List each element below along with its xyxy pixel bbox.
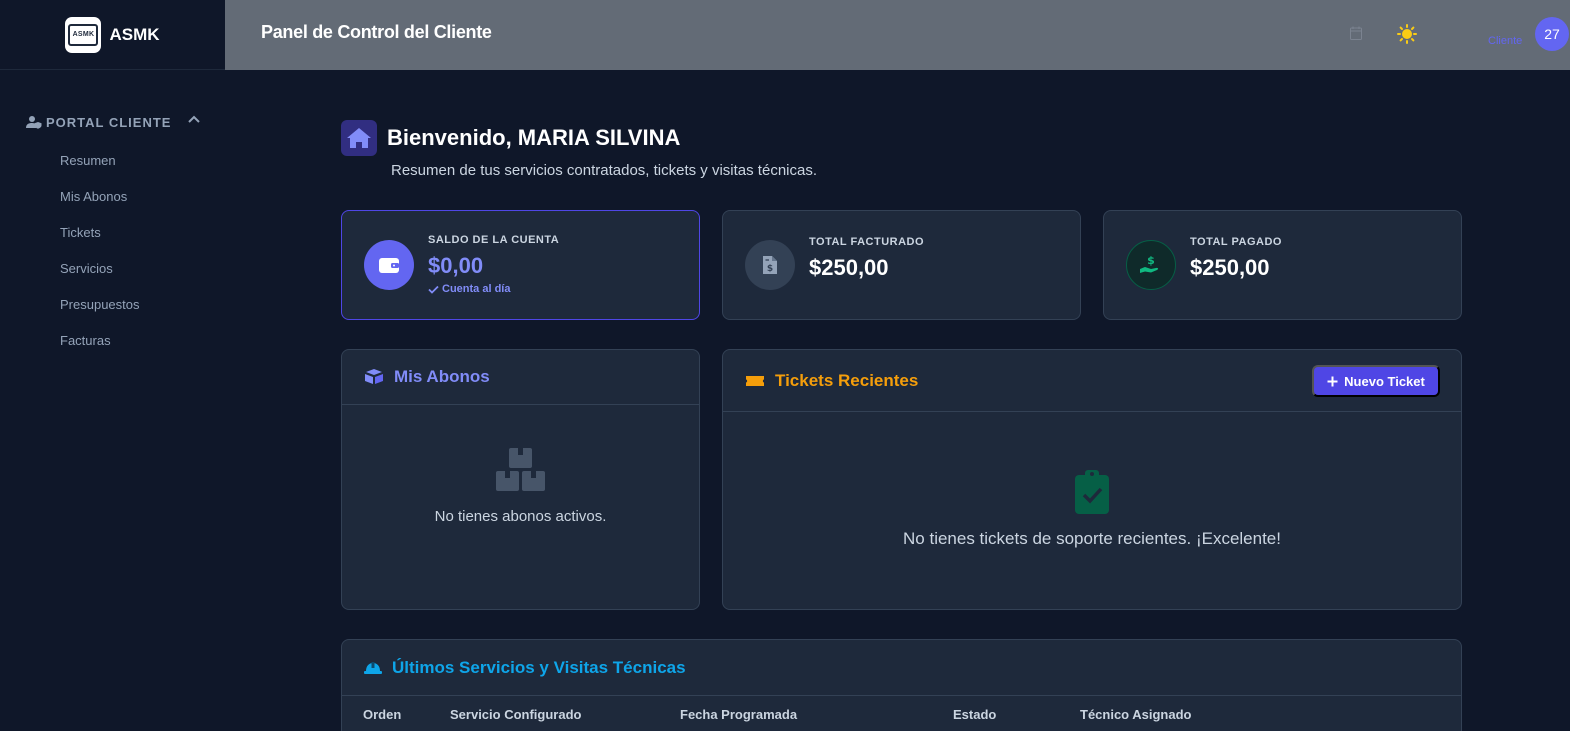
sidebar-item-resumen[interactable]: Resumen [60, 152, 140, 188]
svg-text:$: $ [767, 264, 773, 274]
abonos-empty-message: No tienes abonos activos. [434, 508, 607, 525]
stat-value: $250,00 [1190, 255, 1270, 280]
account-status-text: Cuenta al día [442, 283, 511, 295]
sidebar-item-servicios[interactable]: Servicios [60, 260, 140, 296]
wallet-icon [364, 240, 414, 290]
hard-hat-icon [364, 661, 382, 674]
sidebar: ASMK ASMK PORTAL CLIENTE Resumen Mis Abo… [0, 0, 225, 731]
svg-text:$: $ [1147, 254, 1155, 267]
stat-value: $0,00 [428, 253, 484, 278]
new-ticket-label: Nuevo Ticket [1344, 373, 1425, 389]
abonos-panel-header: Mis Abonos [342, 350, 699, 405]
calendar-icon[interactable] [1350, 26, 1362, 40]
user-role: Cliente [1488, 35, 1523, 47]
abonos-panel-title: Mis Abonos [394, 367, 490, 386]
new-ticket-button[interactable]: Nuevo Ticket [1312, 365, 1440, 397]
tickets-panel-title: Tickets Recientes [775, 370, 919, 390]
welcome-heading: Bienvenido, MARIA SILVINA [341, 120, 680, 156]
sidebar-nav: Resumen Mis Abonos Tickets Servicios Pre… [60, 152, 140, 368]
brand-logo-text: ASMK [68, 23, 99, 46]
sidebar-item-tickets[interactable]: Tickets [60, 224, 140, 260]
brand-logo: ASMK [65, 16, 102, 53]
page-title: Panel de Control del Cliente [261, 22, 492, 42]
stat-card-facturado: $ TOTAL FACTURADO $250,00 [722, 210, 1081, 320]
invoice-icon: $ [745, 240, 795, 290]
home-icon [341, 120, 377, 156]
brand[interactable]: ASMK ASMK [0, 0, 225, 70]
empty-boxes-icon [496, 448, 545, 491]
chevron-up-icon[interactable] [187, 114, 201, 124]
account-status: Cuenta al día [428, 283, 510, 295]
ticket-icon [746, 375, 764, 386]
welcome-title: Bienvenido, MARIA SILVINA [387, 125, 681, 150]
stat-label: TOTAL FACTURADO [809, 236, 925, 248]
brand-name: ASMK [109, 24, 160, 44]
avatar[interactable]: 27 [1535, 17, 1569, 51]
tickets-panel: Tickets Recientes Nuevo Ticket No tienes… [722, 349, 1462, 610]
welcome-subtitle: Resumen de tus servicios contratados, ti… [391, 162, 818, 179]
boxes-icon [365, 369, 383, 384]
sidebar-section-portal[interactable]: PORTAL CLIENTE [26, 112, 201, 132]
column-header-orden[interactable]: Orden [363, 707, 401, 722]
column-header-fecha[interactable]: Fecha Programada [680, 707, 797, 722]
tickets-panel-header: Tickets Recientes Nuevo Ticket [723, 350, 1461, 412]
user-shield-icon [26, 116, 42, 129]
sidebar-section-label: PORTAL CLIENTE [46, 114, 172, 130]
check-icon [428, 285, 439, 294]
sidebar-item-mis-abonos[interactable]: Mis Abonos [60, 188, 140, 224]
clipboard-check-icon [1075, 470, 1109, 514]
stat-card-saldo: SALDO DE LA CUENTA $0,00 Cuenta al día [341, 210, 700, 320]
stat-value: $250,00 [809, 255, 889, 280]
column-header-tecnico[interactable]: Técnico Asignado [1080, 707, 1191, 722]
stat-card-pagado: $ TOTAL PAGADO $250,00 [1103, 210, 1462, 320]
services-panel-title: Últimos Servicios y Visitas Técnicas [392, 657, 686, 677]
tickets-empty-message: No tienes tickets de soporte recientes. … [903, 529, 1281, 548]
plus-icon [1327, 376, 1338, 386]
stat-label: SALDO DE LA CUENTA [428, 234, 560, 246]
sidebar-item-presupuestos[interactable]: Presupuestos [60, 296, 140, 332]
stat-label: TOTAL PAGADO [1190, 236, 1282, 248]
column-header-servicio[interactable]: Servicio Configurado [450, 707, 581, 722]
services-panel-header: Últimos Servicios y Visitas Técnicas [342, 640, 1461, 696]
abonos-panel: Mis Abonos No tienes abonos activos. [341, 349, 700, 610]
sidebar-item-facturas[interactable]: Facturas [60, 332, 140, 368]
column-header-estado[interactable]: Estado [953, 707, 996, 722]
hand-dollar-icon: $ [1126, 240, 1176, 290]
top-header: Panel de Control del Cliente Cliente 27 [225, 0, 1570, 70]
sun-icon[interactable] [1397, 24, 1417, 44]
